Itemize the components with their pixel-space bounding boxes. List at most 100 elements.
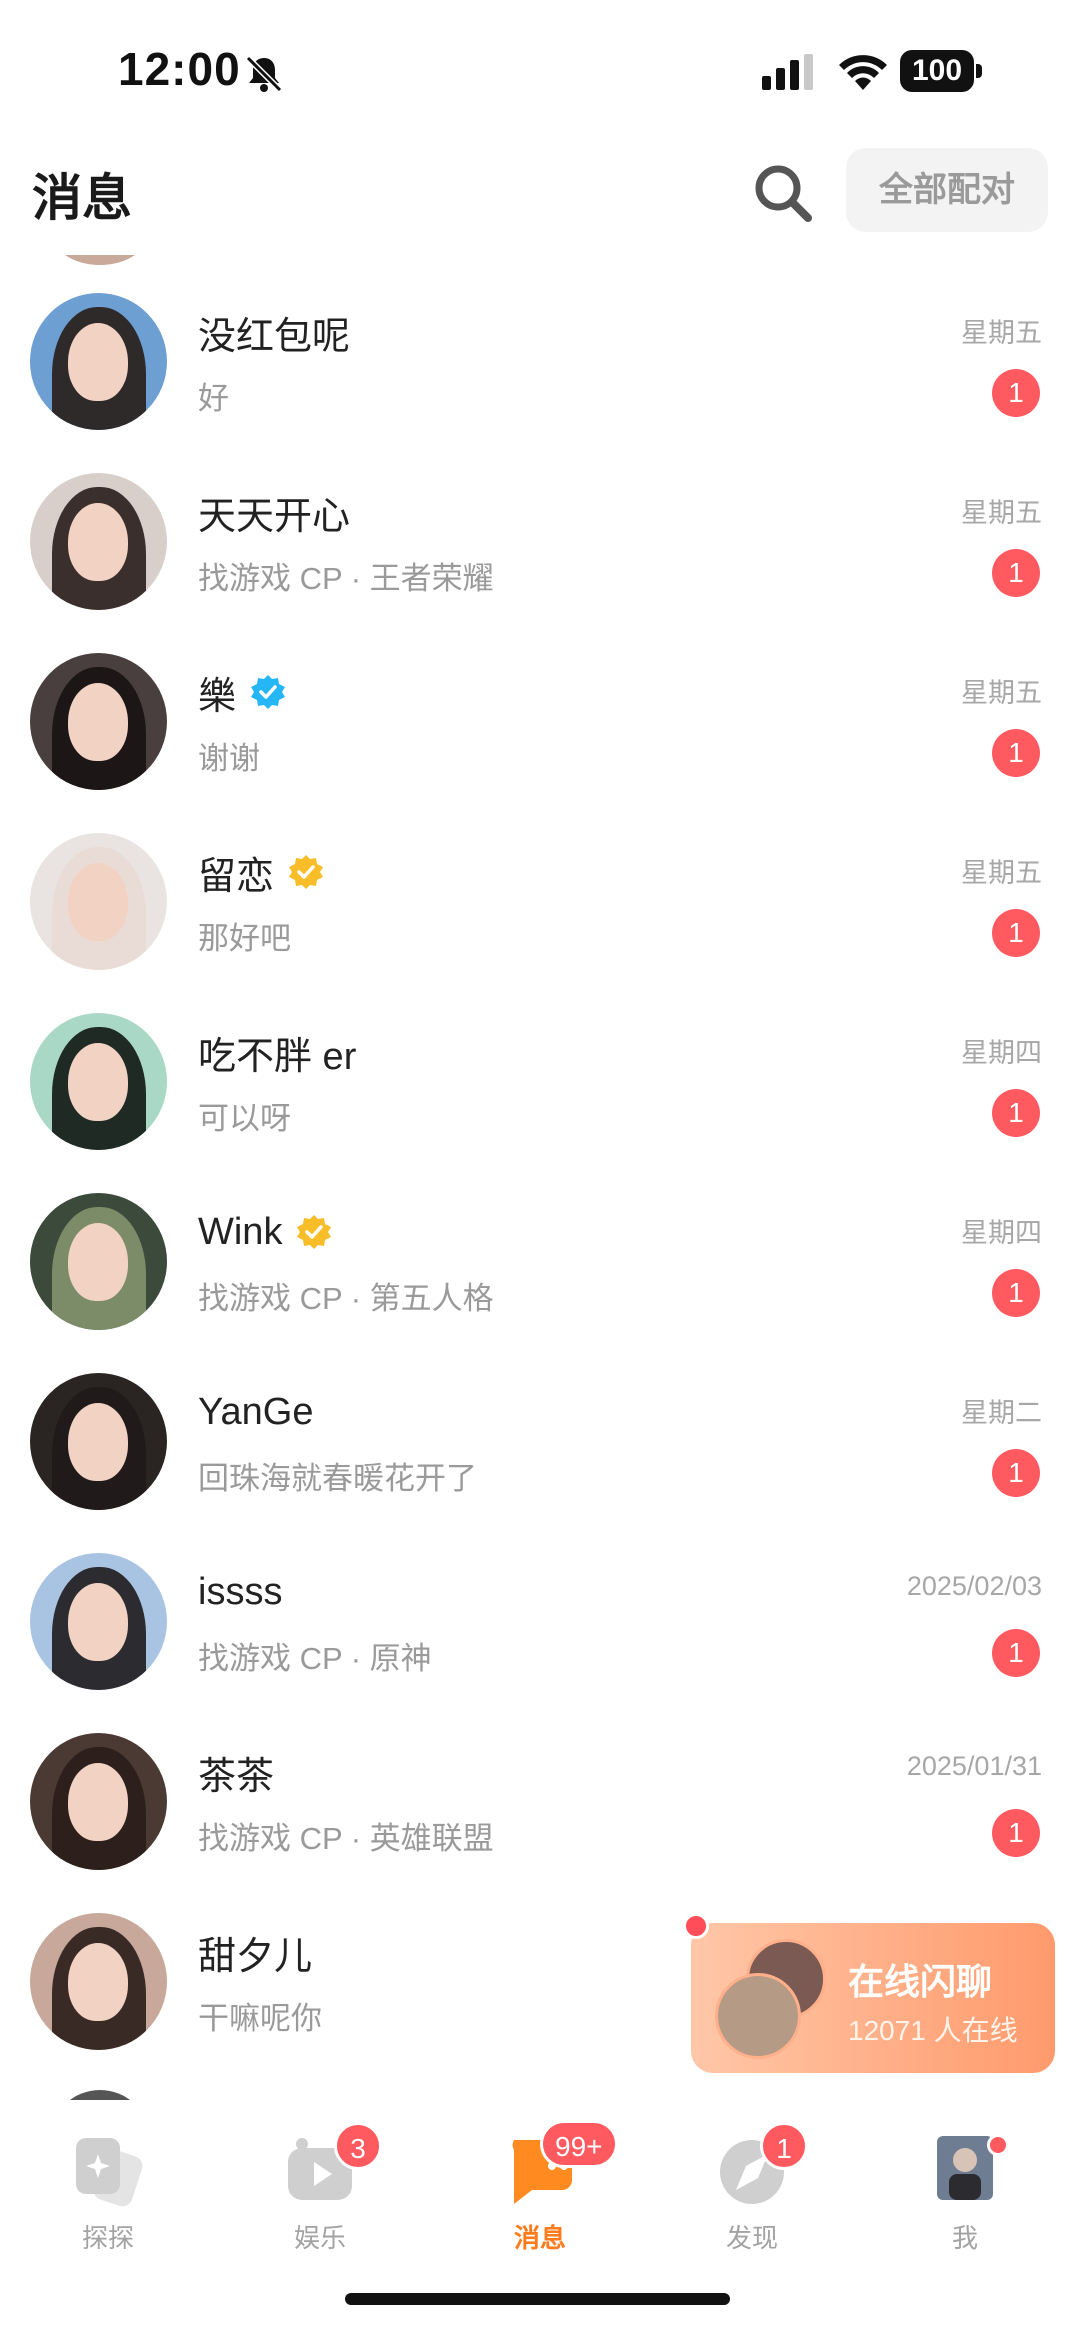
- tantan-cards-icon: [76, 2138, 143, 2207]
- tab-label: 探探: [81, 2223, 134, 2253]
- avatar-face: [68, 1223, 128, 1301]
- partial-avatar-top: [50, 255, 150, 265]
- conversation-row[interactable]: issss 找游戏 CP · 原神 2025/02/03 1: [0, 1553, 1080, 1733]
- unread-count-badge: 1: [992, 1809, 1040, 1857]
- name-line: 没红包呢: [198, 307, 351, 358]
- unread-count-badge: 1: [992, 1089, 1040, 1137]
- message-preview: 找游戏 CP · 原神: [198, 1641, 432, 1676]
- message-preview: 找游戏 CP · 英雄联盟: [198, 1821, 494, 1856]
- name-line: 天天开心: [198, 487, 351, 538]
- message-preview: 谢谢: [198, 741, 260, 776]
- contact-name: 甜夕儿: [198, 1935, 313, 1978]
- verified-badge-icon: [251, 675, 286, 709]
- conversation-row[interactable]: 樂 谢谢 星期五 1: [0, 653, 1080, 833]
- avatar-face: [68, 503, 128, 581]
- avatar[interactable]: [30, 1553, 167, 1690]
- home-indicator[interactable]: [345, 2293, 730, 2305]
- name-line: 樂: [198, 667, 286, 718]
- header: 消息 全部配对: [0, 140, 1080, 255]
- tab-label: 发现: [725, 2223, 778, 2253]
- message-preview: 那好吧: [198, 921, 291, 956]
- avatar-face: [68, 1583, 128, 1661]
- unread-count-badge: 1: [992, 1629, 1040, 1677]
- tab-messages[interactable]: 消息 99+: [470, 2120, 618, 2270]
- signal-icon: [762, 54, 813, 90]
- avatar-face: [68, 1943, 128, 2021]
- name-line: issss: [198, 1567, 282, 1617]
- status-bar: 12:00 100: [0, 0, 1080, 140]
- conversation-row[interactable]: 没红包呢 好 星期五 1: [0, 293, 1080, 473]
- avatar[interactable]: [30, 1913, 167, 2050]
- online-flash-chat-card[interactable]: 在线闪聊 12071 人在线: [683, 1913, 1055, 2073]
- contact-name: Wink: [198, 1210, 283, 1253]
- avatar[interactable]: [30, 473, 167, 610]
- name-line: 吃不胖 er: [198, 1027, 356, 1078]
- message-preview: 找游戏 CP · 王者荣耀: [198, 561, 494, 596]
- conversation-row[interactable]: 留恋 那好吧 星期五 1: [0, 833, 1080, 1013]
- name-line: 留恋: [198, 847, 324, 898]
- message-preview: 好: [198, 381, 229, 416]
- message-time: 星期四: [961, 1218, 1042, 1248]
- tab-badge: 99+: [540, 2120, 618, 2168]
- avatar[interactable]: [30, 1013, 167, 1150]
- contact-name: 樂: [198, 675, 237, 718]
- conversation-row[interactable]: 吃不胖 er 可以呀 星期四 1: [0, 1013, 1080, 1193]
- message-preview: 干嘛呢你: [198, 2001, 322, 2036]
- avatar[interactable]: [30, 293, 167, 430]
- message-preview: 回珠海就春暖花开了: [198, 1461, 477, 1496]
- name-line: YanGe: [198, 1387, 313, 1437]
- battery-indicator: 100: [900, 50, 982, 92]
- message-preview: 可以呀: [198, 1101, 291, 1136]
- message-time: 星期五: [961, 858, 1042, 888]
- name-line: 茶茶: [198, 1747, 275, 1798]
- tab-tantan[interactable]: 探探: [38, 2130, 178, 2270]
- contact-name: issss: [198, 1570, 283, 1613]
- verified-badge-icon: [289, 855, 324, 889]
- tab-discover[interactable]: 发现 1: [682, 2122, 822, 2270]
- conversation-row[interactable]: 天天开心 找游戏 CP · 王者荣耀 星期五 1: [0, 473, 1080, 653]
- avatar[interactable]: [30, 1733, 167, 1870]
- conversation-row[interactable]: Wink 找游戏 CP · 第五人格 星期四 1: [0, 1193, 1080, 1373]
- contact-name: 留恋: [198, 855, 275, 898]
- unread-count-badge: 1: [992, 729, 1040, 777]
- bell-muted-icon: [245, 55, 283, 93]
- avatar-face: [68, 863, 128, 941]
- conversation-row[interactable]: 茶茶 找游戏 CP · 英雄联盟 2025/01/31 1: [0, 1733, 1080, 1913]
- contact-name: YanGe: [198, 1390, 314, 1433]
- unread-count-badge: 1: [992, 1449, 1040, 1497]
- verified-badge-icon: [297, 1215, 332, 1249]
- avatar-face: [68, 1403, 128, 1481]
- avatar[interactable]: [30, 653, 167, 790]
- avatar[interactable]: [30, 1193, 167, 1330]
- tab-label: 我: [951, 2223, 978, 2253]
- message-time: 2025/02/03: [906, 1571, 1042, 1601]
- notification-dot: [683, 1913, 709, 1939]
- message-time: 星期五: [961, 498, 1042, 528]
- avatar-face: [68, 323, 128, 401]
- name-line: Wink: [198, 1207, 332, 1257]
- message-time: 星期四: [961, 1038, 1042, 1068]
- message-time: 星期五: [961, 318, 1042, 348]
- search-icon[interactable]: [750, 160, 816, 226]
- avatar[interactable]: [30, 1373, 167, 1510]
- avatar-face: [68, 1043, 128, 1121]
- match-all-button[interactable]: 全部配对: [846, 148, 1048, 232]
- unread-count-badge: 1: [992, 549, 1040, 597]
- avatar[interactable]: [30, 833, 167, 970]
- tab-entertainment[interactable]: 娱乐 3: [250, 2122, 390, 2270]
- flash-chat-title: 在线闪聊: [848, 1961, 993, 2002]
- conversation-list: 没红包呢 好 星期五 1 天天开心 找游戏 CP · 王者荣耀 星期五 1 樂 …: [0, 255, 1080, 2100]
- status-time: 12:00: [118, 43, 241, 95]
- contact-name: 茶茶: [198, 1755, 275, 1798]
- wifi-icon: [839, 55, 887, 90]
- contact-name: 天天开心: [198, 495, 351, 538]
- tab-badge: 1: [760, 2122, 808, 2170]
- notification-dot: [987, 2134, 1009, 2156]
- message-time: 星期二: [961, 1398, 1042, 1428]
- tab-me[interactable]: 我: [895, 2130, 1035, 2270]
- conversation-row[interactable]: YanGe 回珠海就春暖花开了 星期二 1: [0, 1373, 1080, 1553]
- contact-name: 没红包呢: [198, 315, 351, 358]
- battery-level: 100: [900, 50, 974, 92]
- message-time: 星期五: [961, 678, 1042, 708]
- message-preview: 找游戏 CP · 第五人格: [198, 1281, 494, 1316]
